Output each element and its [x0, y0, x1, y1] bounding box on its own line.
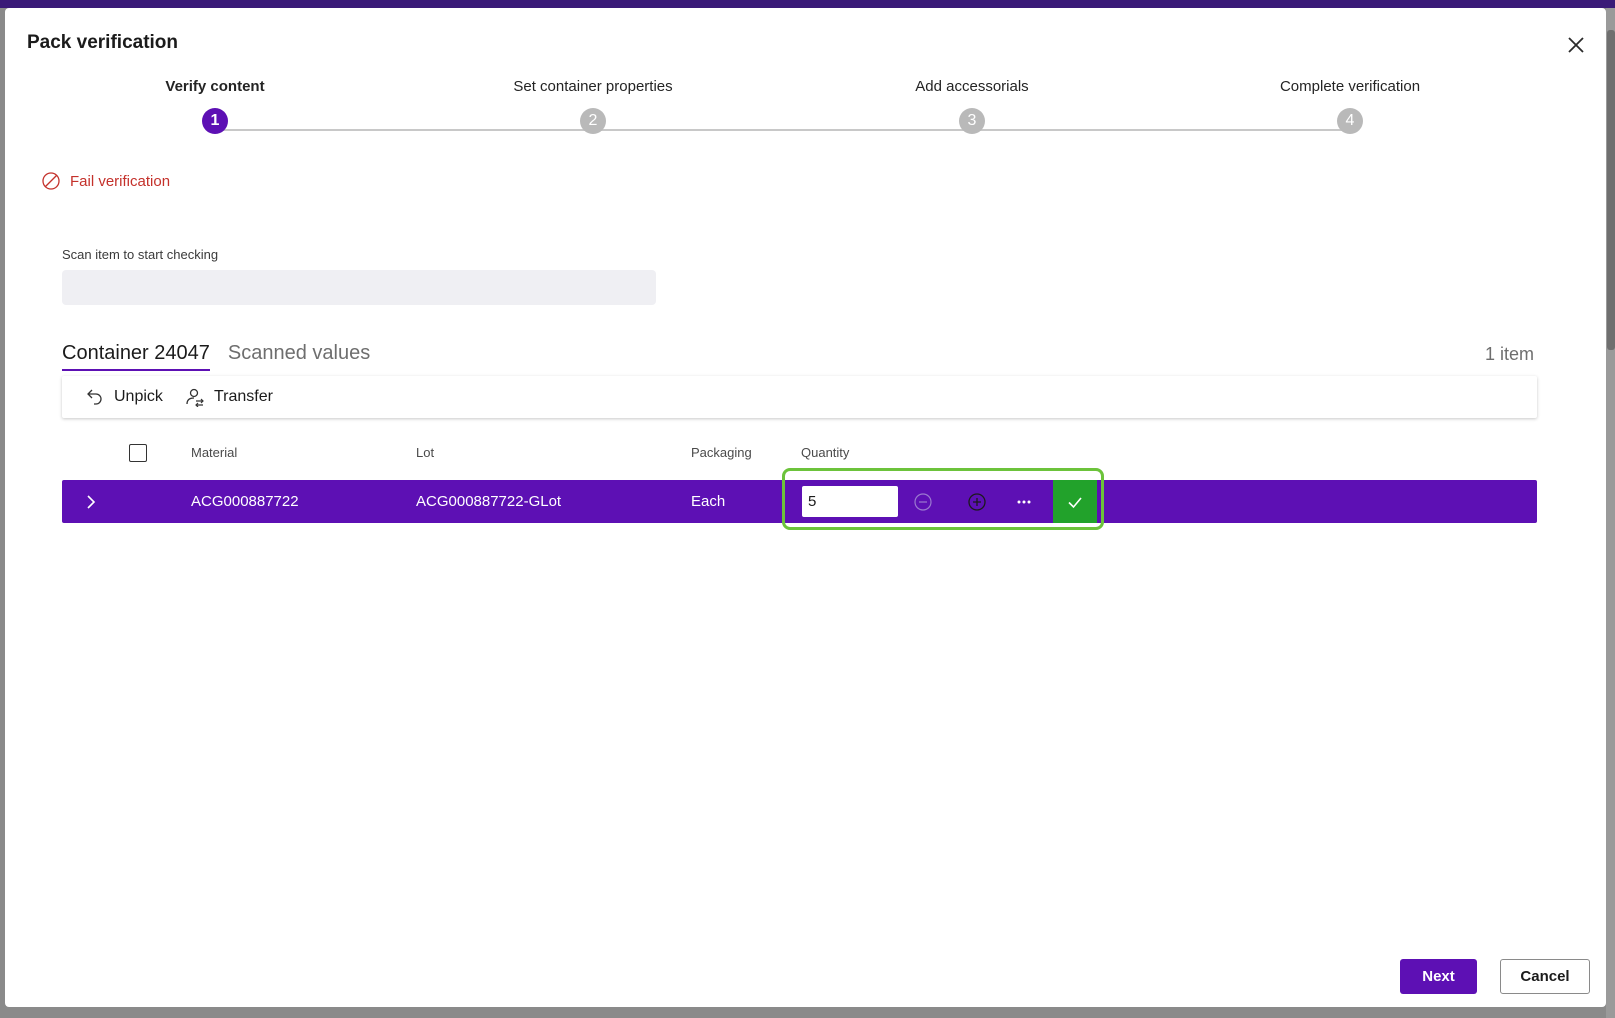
step-label: Add accessorials	[915, 78, 1029, 95]
page-scrollbar[interactable]	[1607, 30, 1615, 350]
step-number: 3	[959, 108, 985, 134]
column-header-material[interactable]: Material	[191, 445, 237, 460]
checkmark-icon	[1068, 496, 1082, 508]
ellipsis-icon	[1017, 500, 1031, 504]
container-tabs: Container 24047 Scanned values	[62, 342, 388, 371]
column-header-quantity[interactable]: Quantity	[801, 445, 849, 460]
lot-cell: ACG000887722-GLot	[416, 493, 562, 510]
dialog-title: Pack verification	[27, 32, 179, 53]
column-header-packaging[interactable]: Packaging	[691, 445, 752, 460]
step-label: Set container properties	[513, 78, 673, 95]
fail-verification-button[interactable]: Fail verification	[41, 171, 170, 191]
step-number: 1	[202, 108, 228, 134]
close-button[interactable]	[1561, 30, 1591, 60]
plus-circle-icon	[968, 493, 986, 511]
packaging-cell: Each	[691, 493, 726, 510]
close-icon	[1568, 37, 1584, 53]
expand-row-button[interactable]	[78, 489, 104, 515]
scan-label: Scan item to start checking	[62, 247, 219, 262]
column-header-lot[interactable]: Lot	[416, 445, 434, 460]
next-button[interactable]: Next	[1400, 959, 1477, 994]
stepper-track	[215, 129, 1350, 131]
pack-verification-dialog: Pack verification Verify content 1 Set c…	[5, 8, 1606, 1007]
increase-quantity-button[interactable]	[964, 489, 990, 515]
step-complete-verification: Complete verification 4	[1230, 76, 1470, 134]
select-all-checkbox[interactable]	[129, 444, 147, 462]
more-options-button[interactable]	[1011, 489, 1037, 515]
chevron-right-icon	[87, 495, 96, 509]
material-cell: ACG000887722	[191, 493, 299, 510]
step-label: Verify content	[165, 78, 265, 95]
fail-verification-label: Fail verification	[70, 172, 171, 190]
confirm-quantity-button[interactable]	[1053, 480, 1097, 523]
quantity-input[interactable]	[802, 486, 898, 517]
unpick-label: Unpick	[114, 388, 163, 405]
item-count: 1 item	[1485, 344, 1535, 364]
undo-icon	[87, 389, 102, 405]
tab-scanned-values[interactable]: Scanned values	[228, 342, 370, 371]
step-number: 4	[1337, 108, 1363, 134]
step-set-container-properties: Set container properties 2	[473, 76, 713, 134]
transfer-button[interactable]: Transfer	[185, 376, 273, 418]
step-number: 2	[580, 108, 606, 134]
app-top-bar	[0, 0, 1615, 8]
step-label: Complete verification	[1279, 78, 1421, 95]
person-transfer-icon	[186, 388, 204, 407]
unpick-button[interactable]: Unpick	[85, 376, 163, 418]
scan-item-input[interactable]	[62, 270, 656, 305]
step-add-accessorials: Add accessorials 3	[852, 76, 1092, 134]
step-verify-content: Verify content 1	[95, 76, 335, 134]
action-toolbar: Unpick Transfer	[62, 376, 1537, 418]
cancel-button[interactable]: Cancel	[1500, 959, 1590, 994]
block-icon	[42, 172, 60, 190]
transfer-label: Transfer	[214, 388, 273, 405]
minus-circle-icon	[914, 493, 932, 511]
tab-container[interactable]: Container 24047	[62, 342, 210, 371]
decrease-quantity-button[interactable]	[910, 489, 936, 515]
